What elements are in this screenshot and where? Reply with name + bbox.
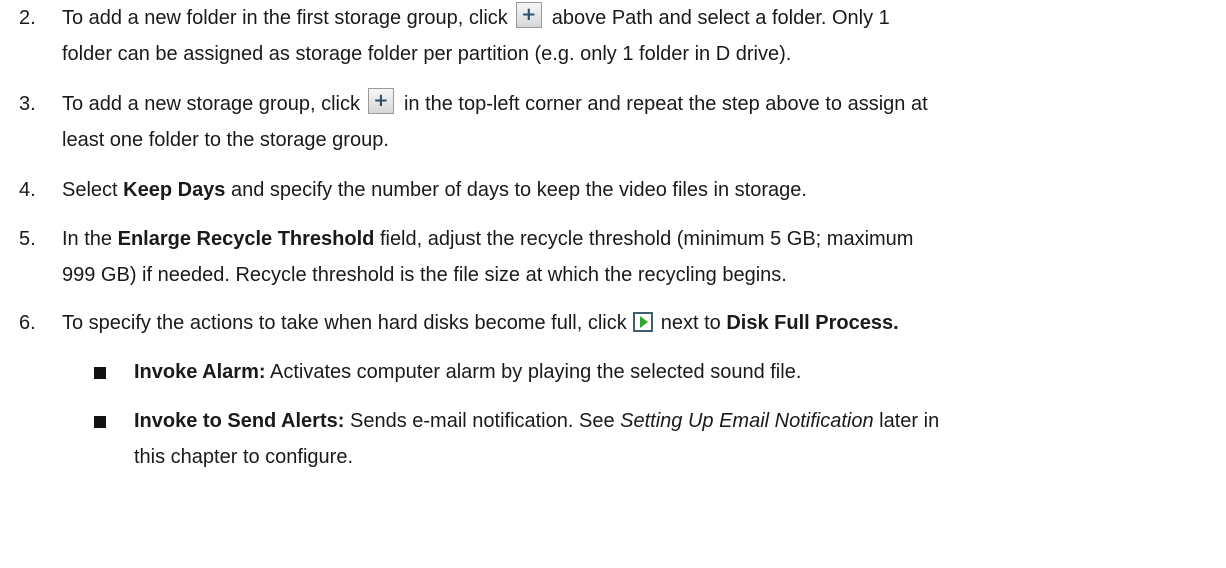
ui-term-keep-days: Keep Days [123, 179, 226, 201]
bullet-description: later in [879, 410, 940, 432]
step-text-part: To add a new folder in the first storage… [62, 7, 508, 29]
step-text-part: and specify the number of days to keep t… [231, 179, 807, 201]
ui-term-enlarge-recycle-threshold: Enlarge Recycle Threshold [117, 228, 375, 250]
cross-reference: Setting Up Email Notification [620, 410, 874, 432]
step-text-part: above Path and select a folder. Only 1 [551, 7, 890, 29]
step-number: 2. [19, 7, 36, 29]
bullet-term: Invoke Alarm: [134, 361, 266, 383]
ui-term-disk-full-process: Disk Full Process [726, 312, 894, 334]
step-text-part: To add a new storage group, click [62, 93, 360, 115]
bullet-text: Invoke Alarm: Activates computer alarm b… [134, 354, 1224, 390]
bullet-term: Invoke to Send Alerts: [134, 410, 345, 432]
step-text: To specify the actions to take when hard… [62, 305, 1222, 341]
document-page: 2. To add a new folder in the first stor… [0, 0, 1226, 568]
step-text: To add a new storage group, click + in the… [62, 86, 1222, 158]
step-text-part: folder can be assigned as storage folder… [62, 43, 792, 65]
square-bullet-icon [94, 416, 106, 428]
step-text-part: least one folder to the storage group. [62, 129, 389, 151]
step-text-part: . [893, 312, 899, 334]
bullet-description: Sends e-mail notification. See [349, 410, 615, 432]
step-text: To add a new folder in the first storage… [62, 0, 1222, 72]
step-text-part: In the [62, 228, 113, 250]
bullet-description: Activates computer alarm by playing the … [269, 361, 802, 383]
step-text-part: next to [660, 312, 721, 334]
step-number: 3. [19, 93, 36, 115]
plus-icon: + [367, 88, 394, 114]
bullet-description: this chapter to configure. [134, 446, 354, 468]
step-number: 6. [19, 312, 36, 334]
step-number: 5. [19, 228, 36, 250]
step-text: Select Keep Days and specify the number … [62, 172, 1222, 208]
play-arrow-icon [632, 312, 653, 332]
step-text-part: field, adjust the recycle threshold (min… [379, 228, 914, 250]
bullet-text: Invoke to Send Alerts: Sends e-mail noti… [134, 403, 1224, 475]
plus-icon: + [515, 2, 542, 28]
step-number: 4. [19, 179, 36, 201]
step-text-part: Select [62, 179, 118, 201]
square-bullet-icon [94, 367, 106, 379]
step-text-part: 999 GB) if needed. Recycle threshold is … [62, 264, 787, 286]
step-text-part: To specify the actions to take when hard… [62, 312, 627, 334]
step-text: In the Enlarge Recycle Threshold field, … [62, 221, 1222, 293]
step-text-part: in the top-left corner and repeat the st… [403, 93, 928, 115]
